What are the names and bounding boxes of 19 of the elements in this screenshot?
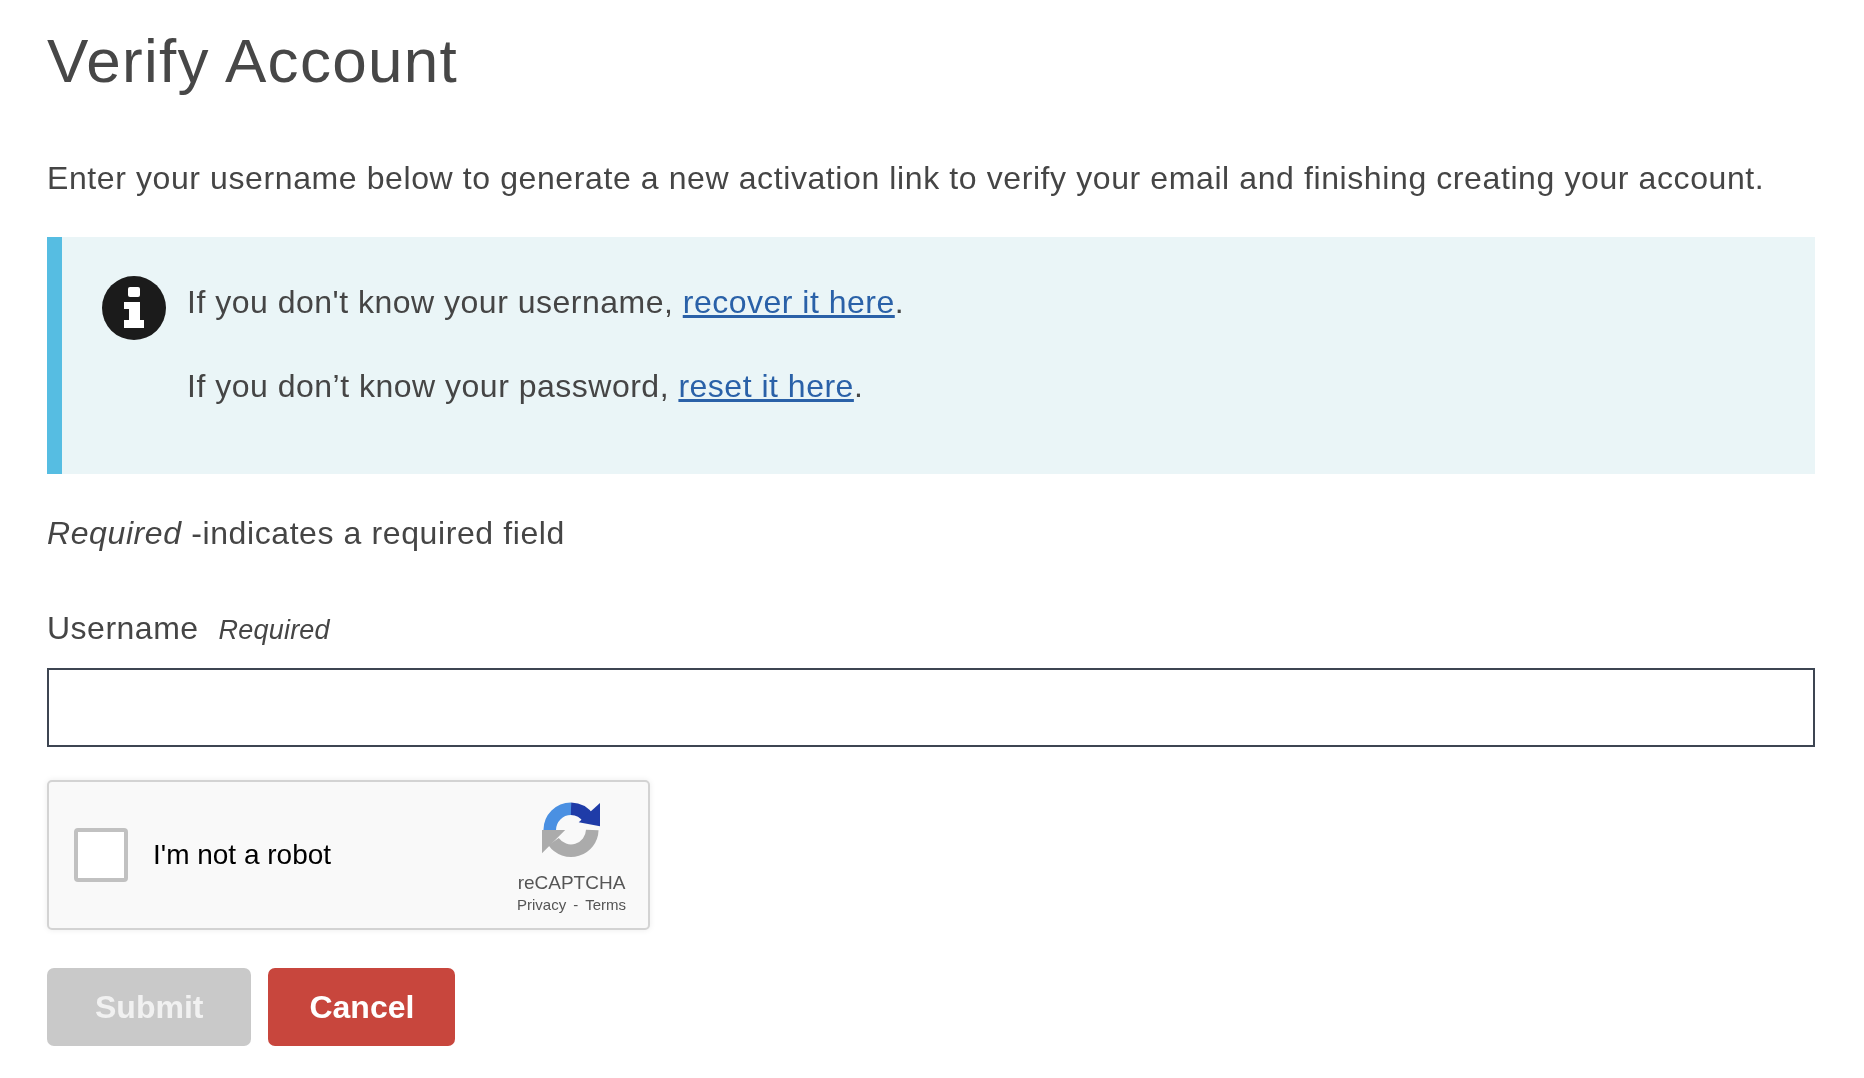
circular-arrows-icon [540,801,603,859]
username-field[interactable] [47,668,1815,747]
info-icon [102,276,166,340]
footer-link[interactable]: Privacy [516,895,567,915]
field-label: Username [47,609,199,648]
captcha-brand-text: reCAPTCHA [517,871,626,895]
required-hint: Required [218,615,330,646]
cancel-button[interactable]: Cancel [268,968,456,1046]
notice-text: If you don't know your username, recover it here. [187,283,905,322]
required-note: Required -indicates a required field [47,514,565,553]
link-separator: - [573,895,579,915]
notice-text: If you don’t know your password, reset it here. [187,367,865,406]
captcha-checkbox[interactable] [74,828,128,882]
intro-text: Enter your username below to generate a new activation link to verify your email and finishing creating your account. [47,159,1765,198]
footer-link[interactable]: Terms [585,895,626,915]
help-link[interactable]: recover it here [682,284,895,320]
page-title: Verify Account [47,25,459,97]
help-link[interactable]: reset it here [678,368,854,404]
captcha-label: I'm not a robot [153,839,332,871]
